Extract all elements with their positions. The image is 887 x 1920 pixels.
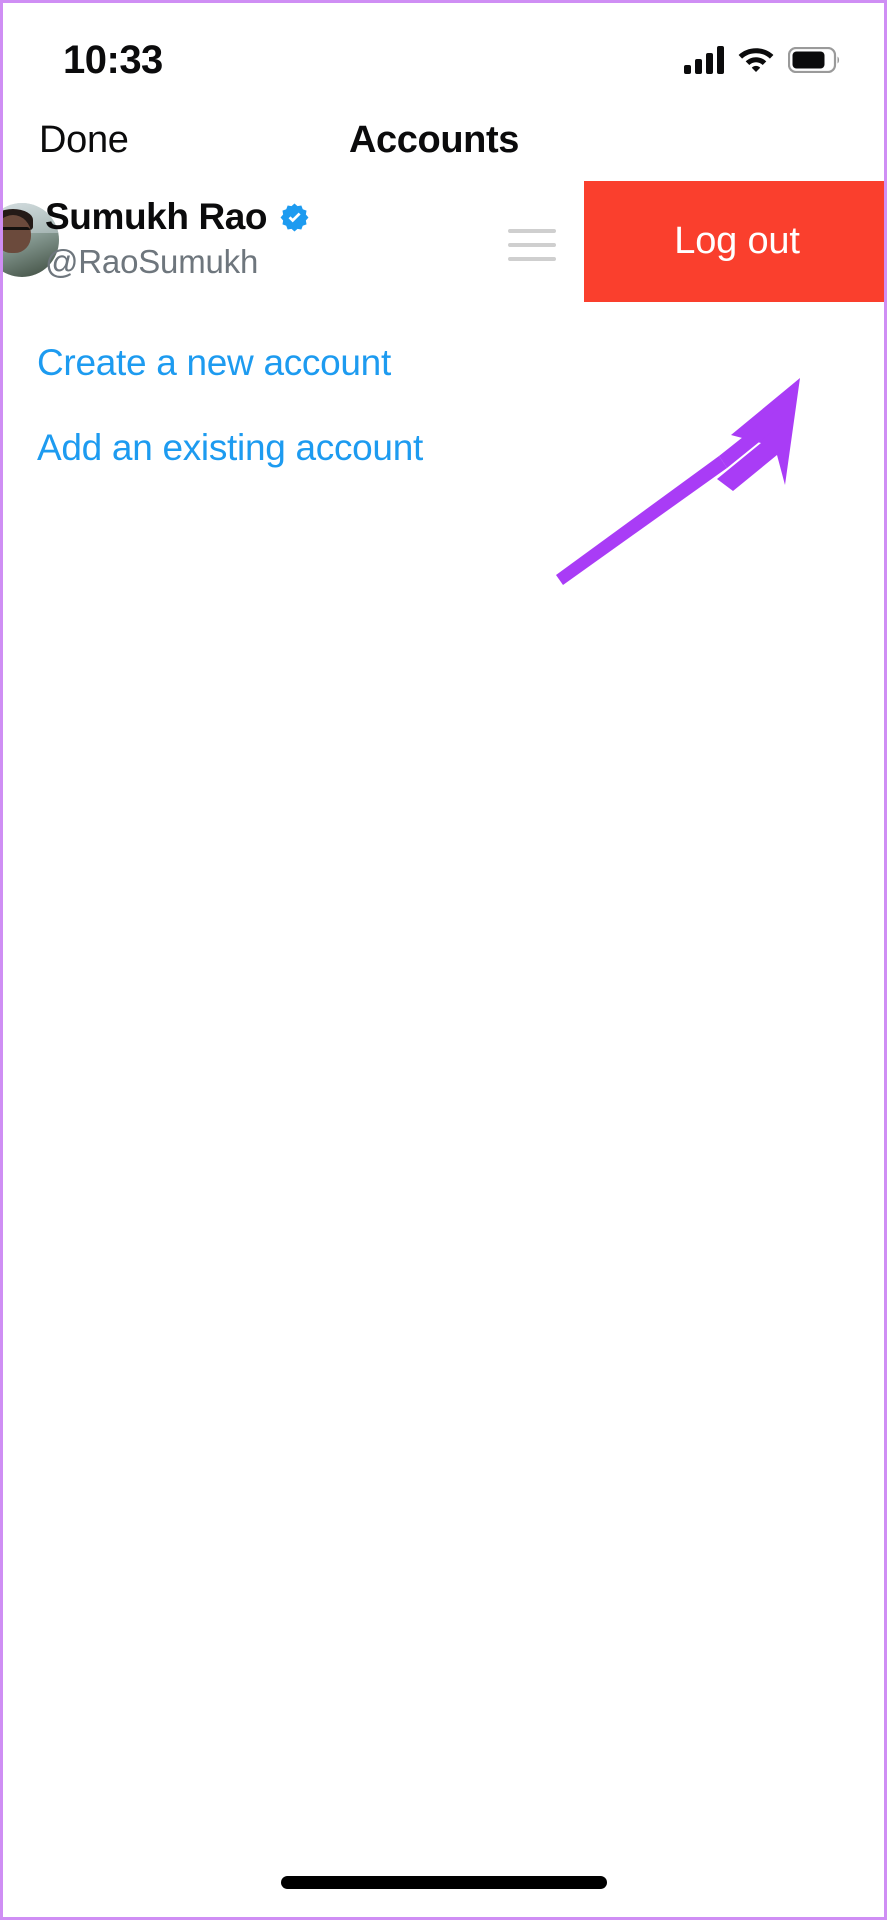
account-display-name: Sumukh Rao: [45, 196, 268, 237]
wifi-icon: [738, 48, 774, 72]
add-existing-account-link[interactable]: Add an existing account: [37, 427, 423, 469]
reorder-grip-icon[interactable]: [508, 229, 556, 261]
log-out-button[interactable]: Log out: [584, 181, 884, 302]
phone-screen: 10:33 Done Accounts Sumukh Rao @RaoSumuk…: [0, 0, 887, 1920]
avatar-glasses: [3, 227, 30, 239]
account-handle: @RaoSumukh: [45, 242, 259, 280]
navigation-bar: Done Accounts: [3, 111, 884, 179]
account-identity: Sumukh Rao @RaoSumukh: [45, 196, 310, 281]
page-title: Accounts: [349, 119, 519, 161]
battery-icon: [788, 46, 840, 73]
status-bar-icons: [684, 45, 840, 74]
account-name-line: Sumukh Rao: [45, 196, 310, 238]
account-row[interactable]: Sumukh Rao @RaoSumukh Log out: [3, 181, 884, 302]
verified-badge-icon: [280, 203, 309, 232]
arrow-pointing-up-right-icon: [556, 378, 800, 585]
status-bar: 10:33: [3, 3, 884, 108]
home-indicator: [280, 1876, 607, 1889]
done-button[interactable]: Done: [39, 119, 129, 162]
create-new-account-link[interactable]: Create a new account: [37, 342, 391, 384]
status-bar-time: 10:33: [63, 37, 163, 82]
cellular-signal-icon: [684, 45, 724, 74]
log-out-button-label: Log out: [674, 220, 800, 262]
